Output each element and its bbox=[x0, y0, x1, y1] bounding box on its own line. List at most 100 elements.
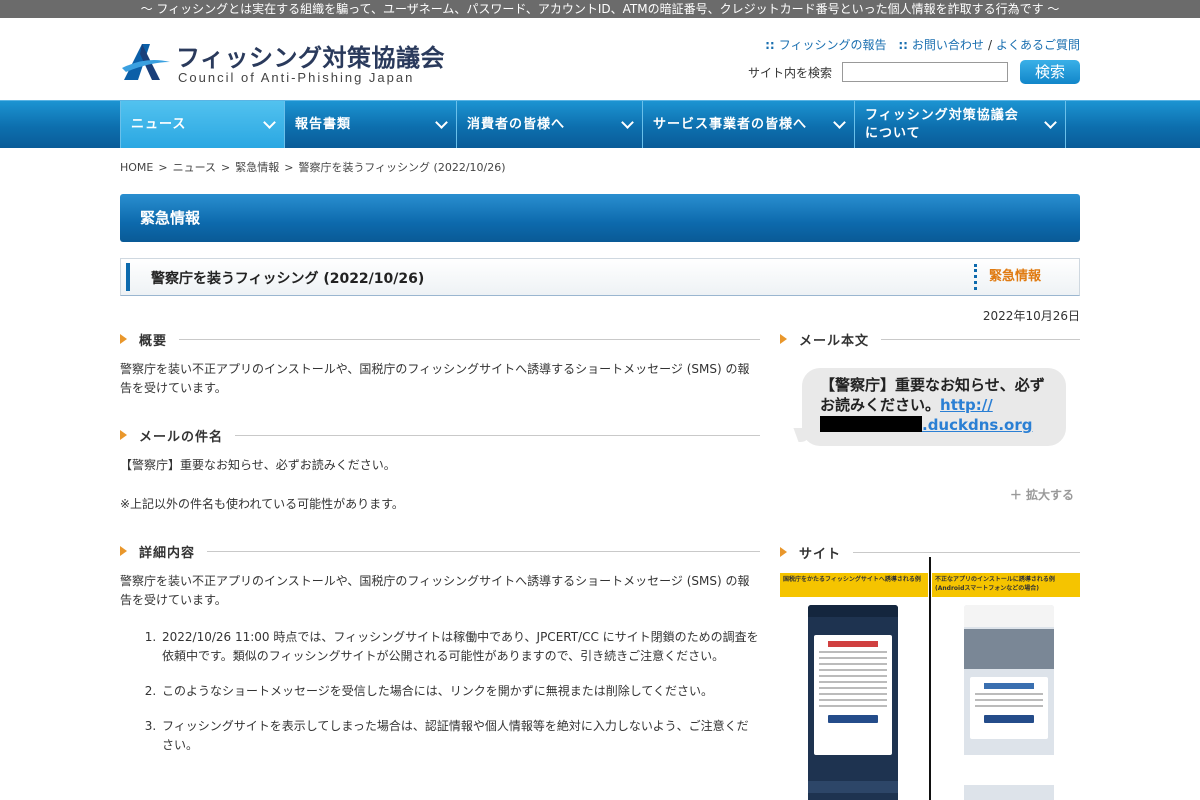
phone-banner bbox=[964, 629, 1054, 669]
top-tagline: ～ フィッシングとは実在する組織を騙って、ユーザネーム、パスワード、アカウントI… bbox=[0, 0, 1200, 18]
chevron-down-icon bbox=[435, 116, 448, 129]
search-input[interactable] bbox=[842, 62, 1008, 82]
nav-label: サービス事業者の皆様へ bbox=[653, 116, 808, 132]
site-search: サイト内を検索 検索 bbox=[748, 60, 1080, 84]
phishing-modal bbox=[814, 635, 892, 755]
phone-screenshot-image bbox=[808, 605, 898, 800]
link-bullet-icon: :: bbox=[765, 38, 775, 52]
search-label: サイト内を検索 bbox=[747, 65, 832, 80]
nav-label: フィッシング対策協議会について bbox=[865, 107, 1019, 141]
subject-heading: メールの件名 bbox=[120, 424, 760, 446]
phone-header bbox=[964, 605, 1054, 627]
sms-link-scheme: http:// bbox=[940, 396, 993, 414]
chevron-down-icon bbox=[621, 116, 634, 129]
heading-rule bbox=[881, 338, 1080, 340]
article-title: 警察庁を装うフィッシング (2022/10/26) bbox=[151, 271, 425, 287]
search-button[interactable]: 検索 bbox=[1020, 60, 1080, 84]
caption-text: 不正なアプリのインストールに誘導される例 bbox=[935, 576, 1055, 583]
main-column: 概要 警察庁を装い不正アプリのインストールや、国税庁のフィッシングサイトへ誘導す… bbox=[120, 328, 760, 771]
breadcrumb-alerts[interactable]: 緊急情報 bbox=[235, 161, 279, 174]
subject-text: 【警察庁】重要なお知らせ、必ずお読みください。 bbox=[120, 458, 396, 472]
article-content: 概要 警察庁を装い不正アプリのインストールや、国税庁のフィッシングサイトへ誘導す… bbox=[120, 328, 1080, 800]
article-date: 2022年10月26日 bbox=[982, 309, 1080, 323]
heading-text: 詳細内容 bbox=[139, 545, 196, 561]
link-contact[interactable]: お問い合わせ bbox=[912, 38, 984, 52]
site-header: フィッシング対策協議会 Council of Anti-Phishing Jap… bbox=[120, 18, 1080, 100]
link-faq[interactable]: よくあるご質問 bbox=[996, 38, 1080, 52]
triangle-bullet-icon bbox=[120, 334, 127, 344]
system-alert-modal bbox=[970, 677, 1048, 739]
sms-link-domain: .duckdns.org bbox=[922, 416, 1033, 434]
category-tag[interactable]: 緊急情報 bbox=[974, 264, 1079, 290]
article-title-bar: 警察庁を装うフィッシング (2022/10/26) 緊急情報 bbox=[120, 258, 1080, 296]
phone-footer bbox=[808, 781, 898, 793]
breadcrumb-separator: > bbox=[221, 161, 231, 174]
logo-english-name: Council of Anti-Phishing Japan bbox=[178, 70, 415, 85]
details-heading: 詳細内容 bbox=[120, 540, 760, 562]
sms-text: 【警察庁】重要なお知らせ、必ずお読みください。 bbox=[820, 376, 1045, 414]
triangle-bullet-icon bbox=[120, 546, 127, 556]
overview-heading: 概要 bbox=[120, 328, 760, 350]
enlarge-button[interactable]: ＋ 拡大する bbox=[780, 486, 1080, 503]
chevron-down-icon bbox=[263, 116, 276, 129]
heading-rule bbox=[179, 338, 760, 340]
list-item: フィッシングサイトを表示してしまった場合は、認証情報や個人情報等を絶対に入力しな… bbox=[160, 717, 760, 755]
main-nav: ニュース 報告書類 消費者の皆様へ サービス事業者の皆様へ フィッシング対策協議… bbox=[0, 100, 1200, 148]
heading-rule bbox=[235, 434, 760, 436]
caption-subtext: (Androidスマートフォンなどの場合) bbox=[935, 585, 1039, 592]
screenshot-malicious-app: 不正なアプリのインストールに誘導される例 (Androidスマートフォンなどの場合… bbox=[932, 573, 1080, 800]
heading-text: 概要 bbox=[139, 333, 168, 349]
title-accent bbox=[126, 263, 130, 291]
screenshot-caption: 不正なアプリのインストールに誘導される例 (Androidスマートフォンなどの場合… bbox=[932, 573, 1080, 597]
chevron-down-icon bbox=[1044, 116, 1057, 129]
screenshot-caption: 国税庁をかたるフィッシングサイトへ誘導される例 bbox=[780, 573, 928, 597]
breadcrumb: HOME > ニュース > 緊急情報 > 警察庁を装うフィッシング (2022/10/26) bbox=[120, 159, 1080, 175]
phone-content bbox=[964, 755, 1054, 785]
heading-rule bbox=[207, 550, 760, 552]
heading-text: メール本文 bbox=[799, 333, 870, 349]
phone-header bbox=[808, 605, 898, 617]
triangle-bullet-icon bbox=[780, 334, 787, 344]
breadcrumb-home[interactable]: HOME bbox=[120, 161, 153, 174]
link-reports[interactable]: フィッシングの報告 bbox=[779, 38, 887, 52]
site-logo[interactable]: フィッシング対策協議会 Council of Anti-Phishing Jap… bbox=[120, 38, 445, 88]
details-list: 2022/10/26 11:00 時点では、フィッシングサイトは稼働中であり、J… bbox=[160, 628, 760, 755]
details-text: 警察庁を装い不正アプリのインストールや、国税庁のフィッシングサイトへ誘導するショ… bbox=[120, 574, 750, 607]
side-column: メール本文 【警察庁】重要なお知らせ、必ずお読みください。http:// .du… bbox=[780, 328, 1080, 800]
link-separator: / bbox=[987, 38, 992, 52]
nav-news[interactable]: ニュース bbox=[121, 101, 285, 148]
site-screenshots[interactable]: 国税庁をかたるフィッシングサイトへ誘導される例 不正なアプリのインストールに誘導… bbox=[780, 557, 1080, 800]
screenshot-tax-phishing: 国税庁をかたるフィッシングサイトへ誘導される例 bbox=[780, 573, 928, 800]
mail-body-heading: メール本文 bbox=[780, 328, 1080, 350]
heading-rule bbox=[853, 551, 1080, 553]
nav-about[interactable]: フィッシング対策協議会について bbox=[855, 101, 1066, 148]
breadcrumb-separator: > bbox=[284, 161, 294, 174]
phone-screenshot-image bbox=[964, 605, 1054, 800]
breadcrumb-news[interactable]: ニュース bbox=[173, 161, 216, 174]
list-item: 2022/10/26 11:00 時点では、フィッシングサイトは稼働中であり、J… bbox=[160, 628, 760, 666]
heading-text: サイト bbox=[799, 546, 842, 562]
nav-consumers[interactable]: 消費者の皆様へ bbox=[457, 101, 643, 148]
logo-japanese-name: フィッシング対策協議会 bbox=[176, 44, 446, 72]
redacted-block bbox=[820, 416, 922, 432]
breadcrumb-current: 警察庁を装うフィッシング (2022/10/26) bbox=[298, 161, 506, 174]
chevron-down-icon bbox=[833, 116, 846, 129]
heading-text: メールの件名 bbox=[139, 429, 224, 445]
screenshot-divider bbox=[929, 557, 931, 800]
nav-label: 報告書類 bbox=[295, 116, 352, 132]
list-item: このようなショートメッセージを受信した場合には、リンクを開かずに無視または削除し… bbox=[160, 682, 760, 701]
sms-message-bubble[interactable]: 【警察庁】重要なお知らせ、必ずお読みください。http:// .duckdns.… bbox=[802, 368, 1066, 446]
breadcrumb-separator: > bbox=[158, 161, 168, 174]
nav-label: ニュース bbox=[131, 116, 187, 132]
logo-mark-icon bbox=[122, 44, 170, 80]
section-title: 緊急情報 bbox=[120, 194, 1080, 242]
triangle-bullet-icon bbox=[120, 430, 127, 440]
nav-label: 消費者の皆様へ bbox=[467, 116, 566, 132]
subject-note: ※上記以外の件名も使われている可能性があります。 bbox=[120, 497, 404, 511]
header-links: :: フィッシングの報告 :: お問い合わせ / よくあるご質問 bbox=[765, 36, 1080, 53]
nav-service-providers[interactable]: サービス事業者の皆様へ bbox=[643, 101, 855, 148]
overview-text: 警察庁を装い不正アプリのインストールや、国税庁のフィッシングサイトへ誘導するショ… bbox=[120, 362, 750, 395]
nav-reports[interactable]: 報告書類 bbox=[285, 101, 457, 148]
triangle-bullet-icon bbox=[780, 547, 787, 557]
link-bullet-icon: :: bbox=[898, 38, 908, 52]
